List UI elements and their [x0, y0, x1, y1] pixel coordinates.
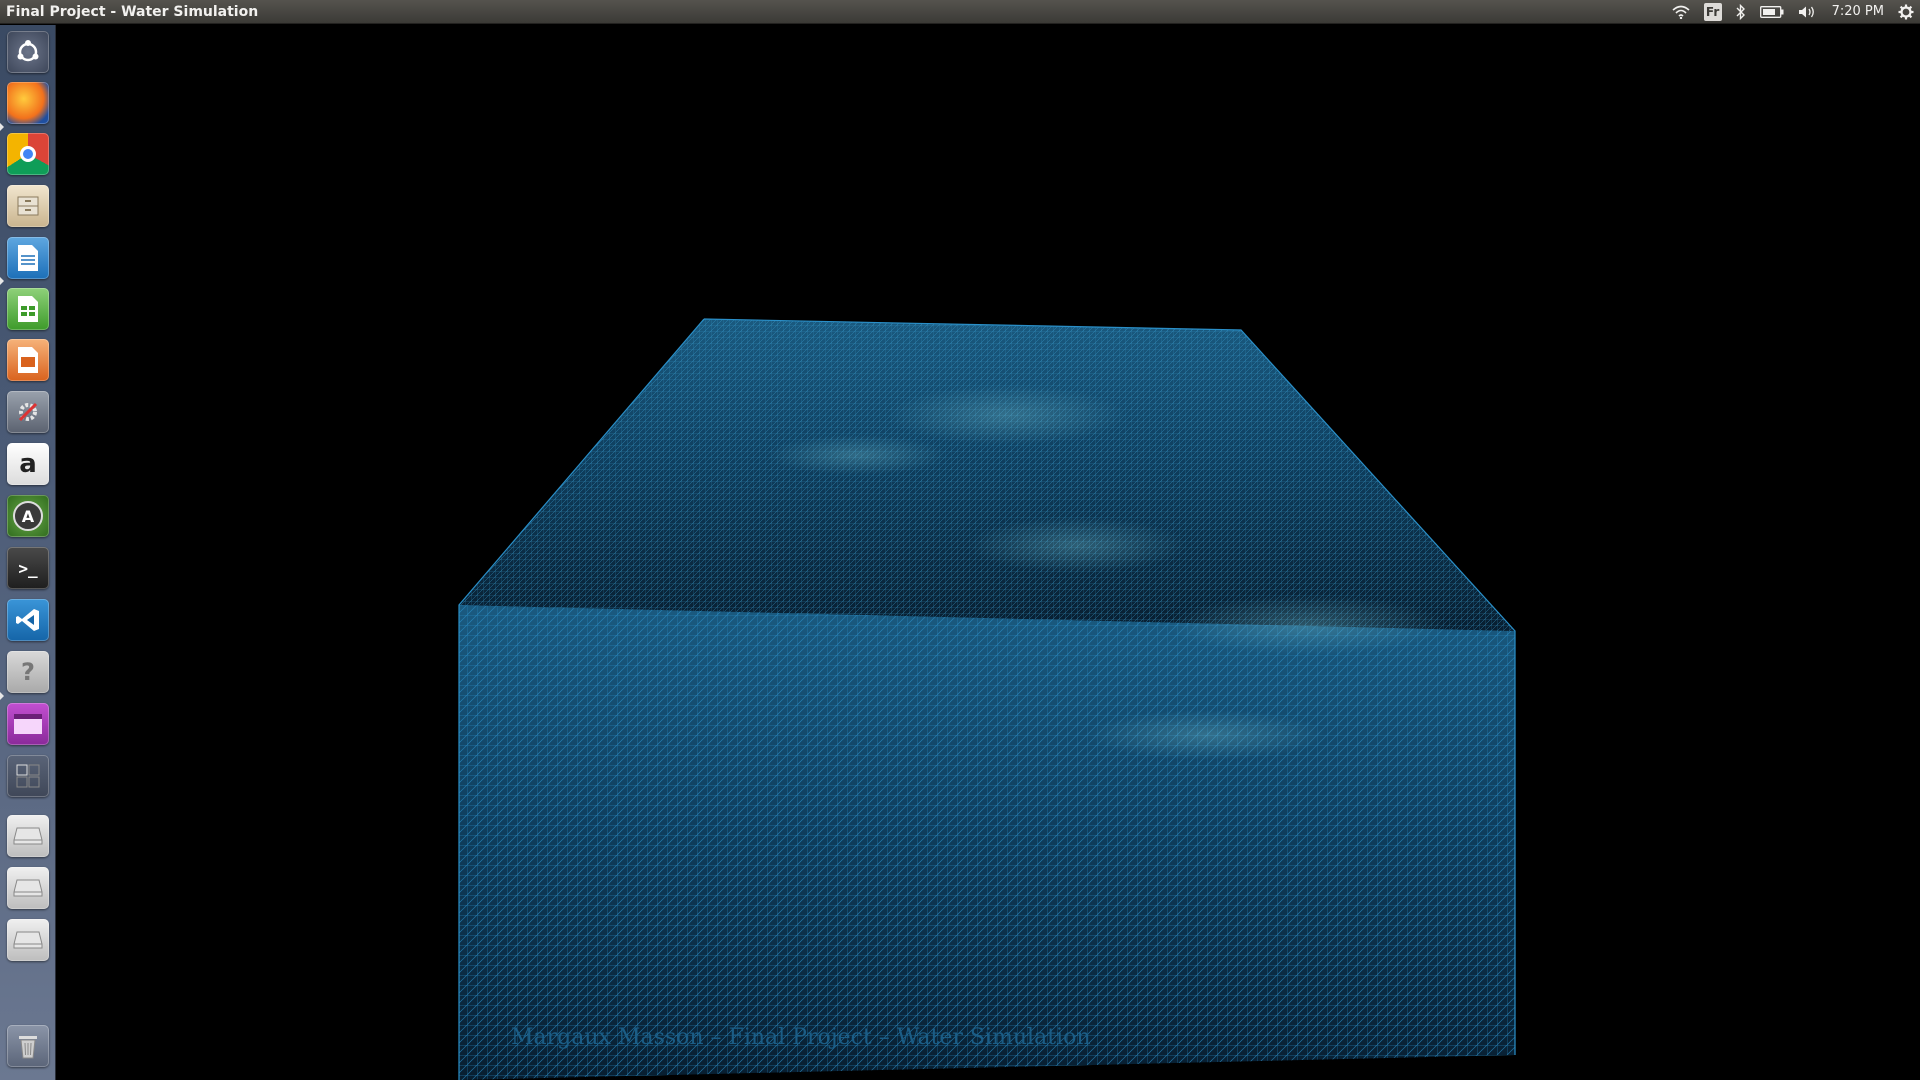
settings-tools-icon[interactable]: [7, 391, 49, 433]
updater-icon[interactable]: A: [7, 495, 49, 537]
file-cabinet-icon[interactable]: [7, 185, 49, 227]
terminal-icon[interactable]: >_: [7, 547, 49, 589]
wifi-icon[interactable]: [1672, 0, 1690, 24]
volume-icon[interactable]: [1798, 0, 1818, 24]
indicator-area: Fr 7:20 PM: [1658, 0, 1920, 24]
purple-app-icon[interactable]: [7, 703, 49, 745]
window-title: Final Project - Water Simulation: [6, 3, 259, 20]
drive-icon[interactable]: [7, 867, 49, 909]
gear-icon[interactable]: [1898, 0, 1914, 24]
trash-icon[interactable]: [7, 1025, 49, 1067]
credit-text: Margaux Masson – Final Project – Water S…: [511, 1025, 1091, 1050]
workspaces-icon[interactable]: [7, 755, 49, 797]
simulation-viewport[interactable]: Margaux Masson – Final Project – Water S…: [57, 25, 1920, 1080]
battery-icon[interactable]: [1759, 0, 1784, 24]
firefox-icon[interactable]: [7, 82, 49, 124]
amazon-icon[interactable]: a: [7, 443, 49, 485]
chrome-icon[interactable]: [7, 133, 49, 175]
ubuntu-logo-icon[interactable]: [7, 31, 49, 73]
help-icon[interactable]: ?: [7, 651, 49, 693]
writer-icon[interactable]: [7, 237, 49, 279]
keyboard-layout-label: Fr: [1703, 2, 1722, 21]
drive-icon[interactable]: [7, 815, 49, 857]
calc-icon[interactable]: [7, 288, 49, 330]
vscode-icon[interactable]: [7, 599, 49, 641]
drive-icon[interactable]: [7, 919, 49, 961]
launcher: a A >_ ?: [0, 25, 56, 1080]
impress-icon[interactable]: [7, 339, 49, 381]
clock[interactable]: 7:20 PM: [1832, 0, 1884, 24]
keyboard-layout-indicator[interactable]: Fr: [1703, 0, 1722, 24]
water-mesh-canvas: [458, 318, 1516, 1080]
top-panel: Final Project - Water Simulation Fr 7:20…: [0, 0, 1920, 24]
bluetooth-icon[interactable]: [1736, 0, 1746, 24]
clock-label: 7:20 PM: [1831, 3, 1884, 19]
